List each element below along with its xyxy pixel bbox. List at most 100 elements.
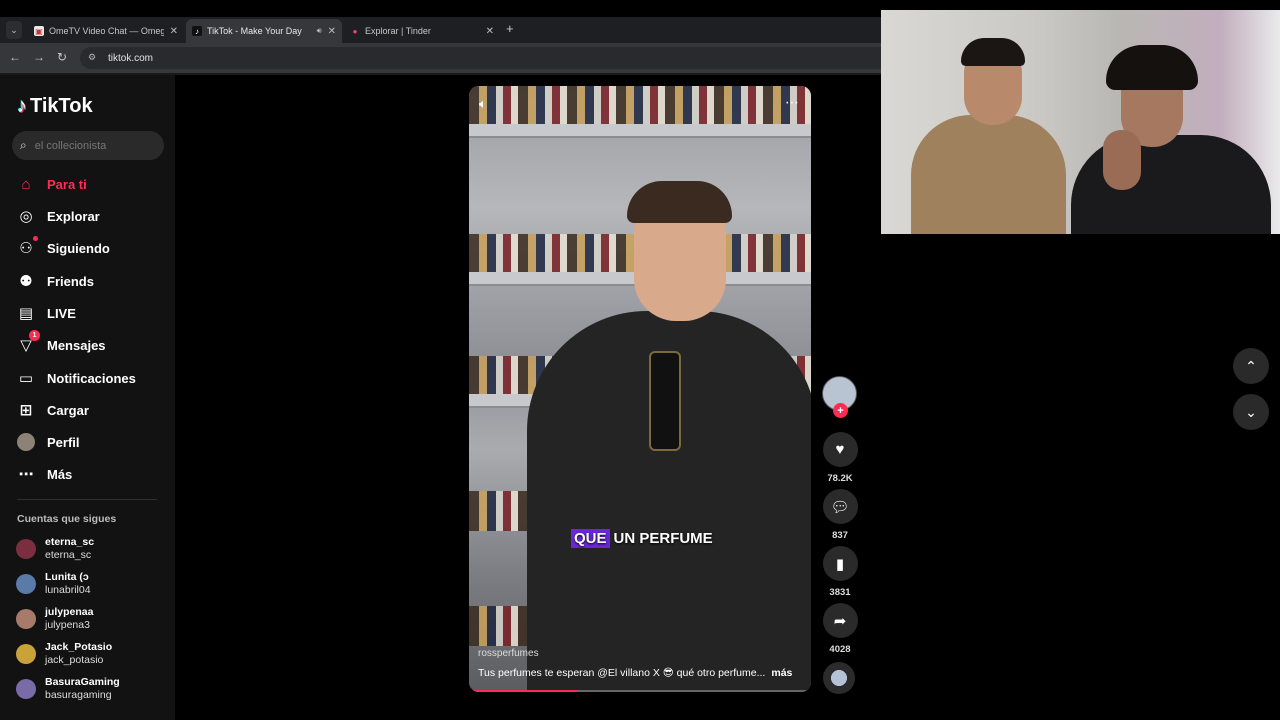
account-display-name: Jack_Potasio [45,641,113,653]
nav-item-perfil[interactable]: Perfil [17,433,80,451]
notifications-icon: ▭ [18,370,34,387]
avatar [16,574,36,594]
search-input[interactable] [34,139,145,152]
nav-label: Explorar [47,208,100,224]
close-tab-icon[interactable]: ✕ [170,26,178,37]
avatar [16,539,36,559]
caption-highlight: QUE [571,529,610,548]
sidebar-divider [17,499,157,500]
streamer-2-body [1071,135,1271,234]
nav-item-mensajes[interactable]: ▽ 1 Mensajes [17,330,106,354]
volume-icon[interactable]: 🔈︎ [479,96,487,112]
chevron-up-icon: ⌃ [1245,357,1257,374]
more-link[interactable]: más [771,667,792,679]
person-hair [627,181,732,223]
tab-search-button[interactable]: ⌄ [6,21,22,39]
browser-tab-tiktok[interactable]: ♪ TikTok - Make Your Day 🔊︎ ✕ [186,19,342,43]
new-tab-button[interactable]: + [506,21,514,36]
nav-item-live[interactable]: ▤ LIVE [17,304,76,322]
followed-account[interactable]: Lunita (ↄ lunabril04 [16,571,91,597]
tab-audio-icon[interactable]: 🔊︎ [317,26,322,36]
upload-icon: ⊞ [19,402,33,419]
forward-arrow-icon[interactable]: → [33,50,45,64]
like-count: 78.2K [827,473,853,484]
comment-count: 837 [832,530,848,541]
account-handle: basuragaming [45,689,112,701]
nav-item-friends[interactable]: ⚉ Friends [17,272,94,290]
browser-tab-tinder[interactable]: ● Explorar | Tinder ✕ [344,19,500,43]
live-icon: ▤ [18,305,34,322]
music-disc-icon[interactable] [823,662,855,694]
progress-fill [469,690,579,692]
account-handle: lunabril04 [45,584,91,596]
account-handle: eterna_sc [45,549,92,561]
tinder-favicon-icon: ● [352,26,358,36]
streamer-1-body [911,115,1066,234]
account-display-name: eterna_sc [45,536,95,548]
save-count: 3831 [829,587,851,598]
heart-icon[interactable]: ♥ [822,432,858,467]
streamer-1-hair [961,38,1025,66]
avatar [16,679,36,699]
nav-item-notificaciones[interactable]: ▭ Notificaciones [17,369,136,387]
nav-item-cargar[interactable]: ⊞ Cargar [17,401,89,419]
reload-icon[interactable]: ↻ [57,50,67,64]
site-info-icon[interactable]: ⚙ [88,52,100,64]
followed-account[interactable]: eterna_sc eterna_sc [16,536,94,562]
tab-title: TikTok - Make Your Day [207,26,302,36]
comment-action[interactable]: 💬︎ 837 [822,489,858,541]
more-options-icon[interactable]: ⋯ [785,94,799,111]
video-player[interactable]: 🔈︎ ⋯ QUE UN PERFUME rossperfumes Tus per… [469,86,811,692]
next-video-button[interactable]: ⌄ [1233,394,1269,430]
followed-account[interactable]: BasuraGaming basuragaming [16,676,120,702]
account-handle: jack_potasio [45,654,104,666]
nav-label: Perfil [47,434,80,450]
nav-item-mas[interactable]: ⋯ Más [17,465,73,483]
followed-account[interactable]: Jack_Potasio jack_potasio [16,641,112,667]
follow-plus-button[interactable]: + [833,403,848,418]
nav-label: Más [47,466,73,482]
description-text: Tus perfumes te esperan @El villano X 😎 … [478,667,766,679]
nav-item-para-ti[interactable]: ⌂ Para ti [17,175,86,193]
compass-icon: ◎ [19,208,33,225]
close-tab-icon[interactable]: ✕ [486,26,494,37]
followed-account[interactable]: julypenaa julypena3 [16,606,93,632]
like-action[interactable]: ♥ 78.2K [822,432,858,484]
tab-title: Explorar | Tinder [365,26,431,36]
save-action[interactable]: ▮ 3831 [822,546,858,598]
nav-label: LIVE [47,305,76,321]
nav-label: Siguiendo [47,240,110,256]
new-content-dot [33,236,38,241]
previous-video-button[interactable]: ⌃ [1233,348,1269,384]
shelf [469,124,811,138]
url-text: tiktok.com [108,52,154,64]
webcam-overlay [881,10,1280,234]
comment-icon[interactable]: 💬︎ [822,489,858,524]
perfume-shelf-row [469,86,811,126]
share-action[interactable]: ➦ 4028 [822,603,858,655]
share-icon[interactable]: ➦ [822,603,858,638]
browser-tab-ometv[interactable]: ▣ OmeTV Video Chat — Omegle ✕ [28,19,184,43]
account-handle: julypena3 [45,619,90,631]
tiktok-note-icon: ♪ [17,95,27,117]
nav-item-explorar[interactable]: ◎ Explorar [17,207,100,225]
friends-icon: ⚉ [19,273,33,290]
search-box[interactable]: ⌕ [12,131,164,160]
tiktok-logo[interactable]: ♪ TikTok [17,95,93,118]
share-count: 4028 [829,644,851,655]
nav-label: Mensajes [47,337,106,353]
nav-item-siguiendo[interactable]: ⚇ Siguiendo [17,236,110,257]
following-section-title: Cuentas que sigues [17,513,117,525]
ometv-favicon-icon: ▣ [34,26,44,36]
video-progress-bar[interactable] [469,690,811,692]
profile-avatar [17,433,35,451]
back-arrow-icon[interactable]: ← [9,50,21,64]
video-author[interactable]: rossperfumes [478,648,539,659]
close-tab-icon[interactable]: ✕ [328,26,336,37]
video-description: Tus perfumes te esperan @El villano X 😎 … [478,667,792,679]
search-icon[interactable]: ⌕ [20,138,27,153]
bookmark-icon[interactable]: ▮ [822,546,858,581]
avatar [16,609,36,629]
logo-text: TikTok [30,95,93,117]
tiktok-sidebar: ♪ TikTok ⌕ ⌂ Para ti ◎ Explorar ⚇ Siguie… [0,75,175,720]
